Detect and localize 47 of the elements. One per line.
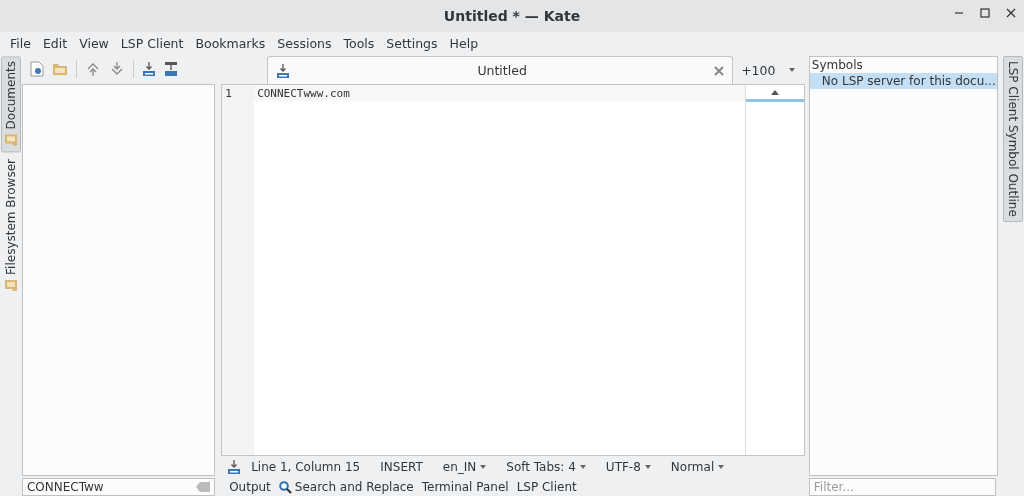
menu-item[interactable]: Help — [443, 35, 485, 51]
panel-tab[interactable]: LSP Client — [512, 480, 581, 494]
menu-item[interactable]: View — [73, 35, 115, 51]
save-all-icon[interactable] — [163, 61, 178, 77]
sidebar-tab[interactable]: LSP Client Symbol Outline — [1003, 56, 1024, 222]
menu-item[interactable]: Settings — [380, 35, 444, 51]
menu-item[interactable]: LSP Client — [114, 35, 190, 51]
folder-icon — [3, 279, 18, 294]
symbol-item[interactable]: No LSP server for this docu... — [809, 73, 998, 89]
maximize-icon[interactable] — [980, 8, 990, 18]
status-dropdown[interactable]: en_IN — [432, 460, 497, 474]
new-document-icon[interactable] — [29, 61, 44, 77]
menu-item[interactable]: Sessions — [271, 35, 338, 51]
folder-icon — [3, 133, 18, 148]
panel-header: Symbols — [811, 58, 863, 72]
caret-icon — [789, 68, 796, 72]
search-icon — [278, 480, 292, 494]
scroll-up-icon[interactable] — [770, 89, 779, 95]
caret-icon — [644, 465, 651, 469]
save-icon[interactable] — [227, 459, 242, 475]
caret-icon — [579, 465, 586, 469]
caret-icon — [480, 465, 487, 469]
sidebar-tab[interactable]: Documents — [0, 56, 21, 153]
status-dropdown[interactable]: UTF-8 — [595, 460, 661, 474]
menu-item[interactable]: File — [4, 35, 37, 51]
save-icon[interactable] — [141, 61, 156, 77]
menu-item[interactable]: Edit — [36, 35, 74, 51]
code-line: CONNECTwww.com — [257, 86, 350, 100]
caret-icon — [718, 465, 725, 469]
filter-field[interactable]: CONNECTww — [21, 478, 216, 496]
menu-item[interactable]: Tools — [337, 35, 381, 51]
document-tab[interactable]: Untitled — [267, 56, 734, 84]
status-dropdown[interactable]: Normal — [660, 460, 735, 474]
tab-overflow-count[interactable]: +100 — [741, 62, 776, 78]
filter-field[interactable]: Filter... — [808, 478, 997, 496]
input-mode[interactable]: INSERT — [370, 460, 433, 474]
document-save-icon[interactable] — [276, 62, 291, 79]
panel-tab[interactable]: Output — [225, 480, 275, 494]
panel-tab[interactable]: Search and Replace — [274, 480, 418, 494]
line-number: 1 — [225, 86, 232, 100]
status-dropdown[interactable]: Soft Tabs: 4 — [496, 460, 596, 474]
window-title: Untitled * — Kate — [443, 8, 581, 24]
menu-item[interactable]: Bookmarks — [189, 35, 272, 51]
close-icon[interactable] — [1006, 8, 1016, 18]
sidebar-tab[interactable]: Filesystem Browser — [0, 154, 21, 299]
cursor-position[interactable]: Line 1, Column 15 — [241, 460, 371, 474]
panel-tab[interactable]: Terminal Panel — [417, 480, 513, 494]
